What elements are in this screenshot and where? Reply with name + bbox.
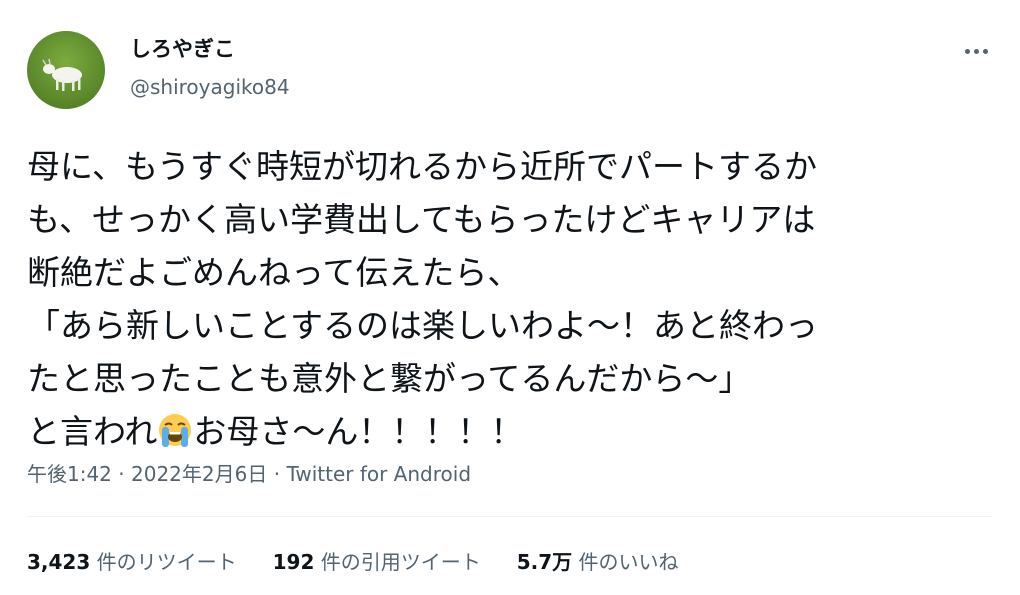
like-count-number: 5.7万 — [516, 550, 573, 574]
more-options-icon[interactable] — [958, 36, 994, 66]
retweet-count[interactable]: 3,423 件のリツイート — [27, 546, 237, 575]
tweet-text: 母に、もうすぐ時短が切れるから近所でパートするか も、せっかく高い学費出してもら… — [27, 140, 997, 458]
retweet-count-number: 3,423 — [27, 550, 91, 574]
tweet-meta: 午後1:42 · 2022年2月6日 · Twitter for Android — [27, 458, 471, 487]
loudly-crying-face-emoji — [159, 414, 192, 447]
retweet-count-label: 件のリツイート — [90, 550, 237, 574]
tweet-text-line: たと思ったことも意外と繋がってるんだから〜」 — [27, 359, 752, 398]
tweet-text-line: 母に、もうすぐ時短が切れるから近所でパートするか — [27, 147, 818, 186]
tweet-text-line: 「あら新しいことするのは楽しいわよ〜！あと終わっ — [27, 306, 819, 345]
meta-separator: · — [267, 462, 287, 486]
tweet-source[interactable]: Twitter for Android — [286, 462, 471, 486]
quote-count-number: 192 — [272, 550, 315, 574]
like-count-label: 件のいいね — [572, 550, 679, 574]
tweet-text-last-line: と言われ お母さ〜ん！！！！！ — [27, 405, 997, 458]
tweet-time[interactable]: 午後1:42 — [27, 462, 112, 486]
author-handle[interactable]: @shiroyagiko84 — [130, 75, 290, 99]
meta-separator: · — [111, 462, 131, 486]
tweet-stats: 3,423 件のリツイート 192 件の引用ツイート 5.7万 件のいいね — [27, 546, 715, 575]
like-count[interactable]: 5.7万 件のいいね — [517, 546, 679, 575]
tweet-date[interactable]: 2022年2月6日 — [131, 462, 267, 486]
author-display-name[interactable]: しろやぎこ — [130, 33, 235, 63]
goat-avatar-icon[interactable] — [27, 31, 105, 109]
quote-count[interactable]: 192 件の引用ツイート — [273, 546, 481, 575]
tweet-text-line: も、せっかく高い学費出してもらったけどキャリアは — [27, 200, 816, 239]
quote-count-label: 件の引用ツイート — [314, 550, 481, 574]
tweet-text-line: 断絶だよごめんねって伝えたら、 — [27, 253, 521, 292]
tweet-text-segment: お母さ〜ん！！！！！ — [193, 412, 524, 451]
tweet-text-segment: と言われ — [27, 412, 158, 451]
divider — [27, 516, 993, 517]
tweet-card: しろやぎこ @shiroyagiko84 母に、もうすぐ時短が切れるから近所でパ… — [0, 0, 1020, 595]
